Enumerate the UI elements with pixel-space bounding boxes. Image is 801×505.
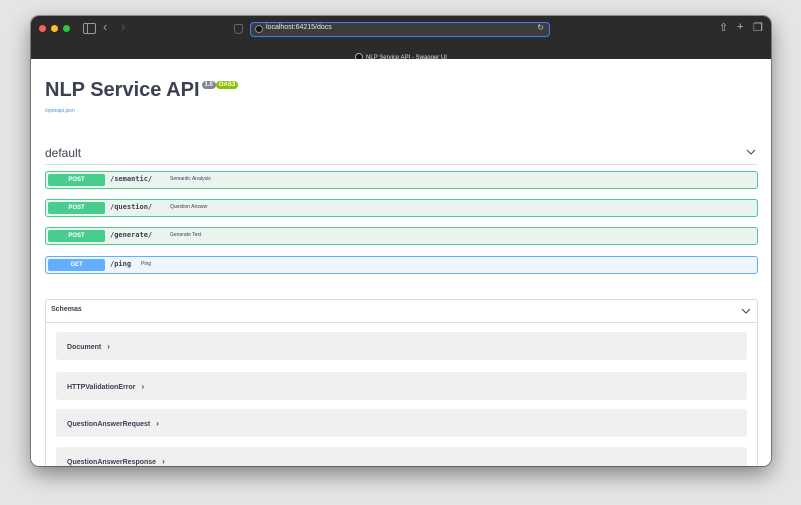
operation-path: /question/ (110, 203, 153, 211)
version-badge: 1.0 (201, 81, 216, 89)
browser-toolbar: ‹ › localhost:64215/docs ↻ ⇧ + ❐ NLP Ser… (31, 16, 771, 62)
operation-summary: Generate Text (170, 232, 202, 238)
operation-path: /ping (110, 260, 132, 268)
privacy-shield-icon[interactable] (234, 24, 243, 34)
maximize-window-button[interactable] (63, 25, 70, 32)
api-title-block: NLP Service API 1.0 OAS3 (45, 79, 239, 102)
browser-window: ‹ › localhost:64215/docs ↻ ⇧ + ❐ NLP Ser… (31, 16, 771, 466)
openapi-json-link[interactable]: /openapi.json (45, 108, 75, 114)
chevron-down-icon[interactable] (740, 305, 752, 317)
back-icon[interactable]: ‹ (103, 19, 107, 34)
schema-name: QuestionAnswerRequest (67, 421, 151, 428)
minimize-window-button[interactable] (51, 25, 58, 32)
schemas-header[interactable]: Schemas (46, 300, 757, 323)
address-bar[interactable]: localhost:64215/docs ↻ (250, 22, 550, 37)
method-badge: POST (48, 202, 105, 214)
schema-item-questionanswerresponse[interactable]: QuestionAnswerResponse › (56, 447, 747, 466)
schema-item-document[interactable]: Document › (56, 332, 747, 360)
operation-path: /semantic/ (110, 175, 153, 183)
chevron-down-icon[interactable] (745, 146, 757, 158)
chevron-right-icon: › (141, 382, 145, 391)
method-badge: POST (48, 230, 105, 242)
schema-item-questionanswerrequest[interactable]: QuestionAnswerRequest › (56, 409, 747, 437)
chevron-right-icon: › (156, 419, 159, 428)
reload-icon[interactable]: ↻ (537, 23, 544, 32)
oas-badge: OAS3 (215, 81, 239, 89)
sidebar-toggle-icon[interactable] (83, 23, 96, 34)
operation-post-semantic[interactable]: POST /semantic/ Semantic Analysis (45, 171, 758, 189)
close-window-button[interactable] (39, 25, 46, 32)
schema-name: HTTPValidationError (67, 384, 136, 391)
schema-item-httpvalidationerror[interactable]: HTTPValidationError › (56, 372, 747, 400)
tag-section-header[interactable]: default (45, 144, 757, 165)
site-favicon-icon (255, 25, 263, 33)
operation-post-question[interactable]: POST /question/ Question Answer (45, 199, 758, 217)
share-icon[interactable]: ⇧ (719, 21, 728, 34)
chevron-right-icon: › (162, 457, 165, 466)
chevron-right-icon: › (107, 342, 110, 351)
schemas-title: Schemas (51, 306, 82, 313)
operation-summary: Ping (141, 261, 152, 267)
api-title: NLP Service API (45, 79, 200, 101)
method-badge: POST (48, 174, 105, 186)
operation-summary: Semantic Analysis (170, 176, 211, 182)
tab-bar: NLP Service API - Swagger UI (31, 46, 771, 62)
address-bar-url[interactable]: localhost:64215/docs (266, 24, 332, 31)
operation-summary: Question Answer (170, 204, 208, 210)
method-badge: GET (48, 259, 105, 271)
new-tab-icon[interactable]: + (737, 21, 743, 33)
swagger-page: NLP Service API 1.0 OAS3 /openapi.json def… (31, 59, 771, 466)
operation-path: /generate/ (110, 231, 153, 239)
schema-name: Document (67, 344, 102, 351)
tag-name: default (45, 146, 82, 160)
schema-name: QuestionAnswerResponse (67, 459, 157, 466)
schemas-section: Schemas Document › HTTPValidationError › Q… (45, 299, 758, 466)
operation-post-generate[interactable]: POST /generate/ Generate Text (45, 227, 758, 245)
operation-get-ping[interactable]: GET /ping Ping (45, 256, 758, 274)
forward-icon[interactable]: › (121, 19, 125, 34)
tab-overview-icon[interactable]: ❐ (753, 21, 763, 34)
